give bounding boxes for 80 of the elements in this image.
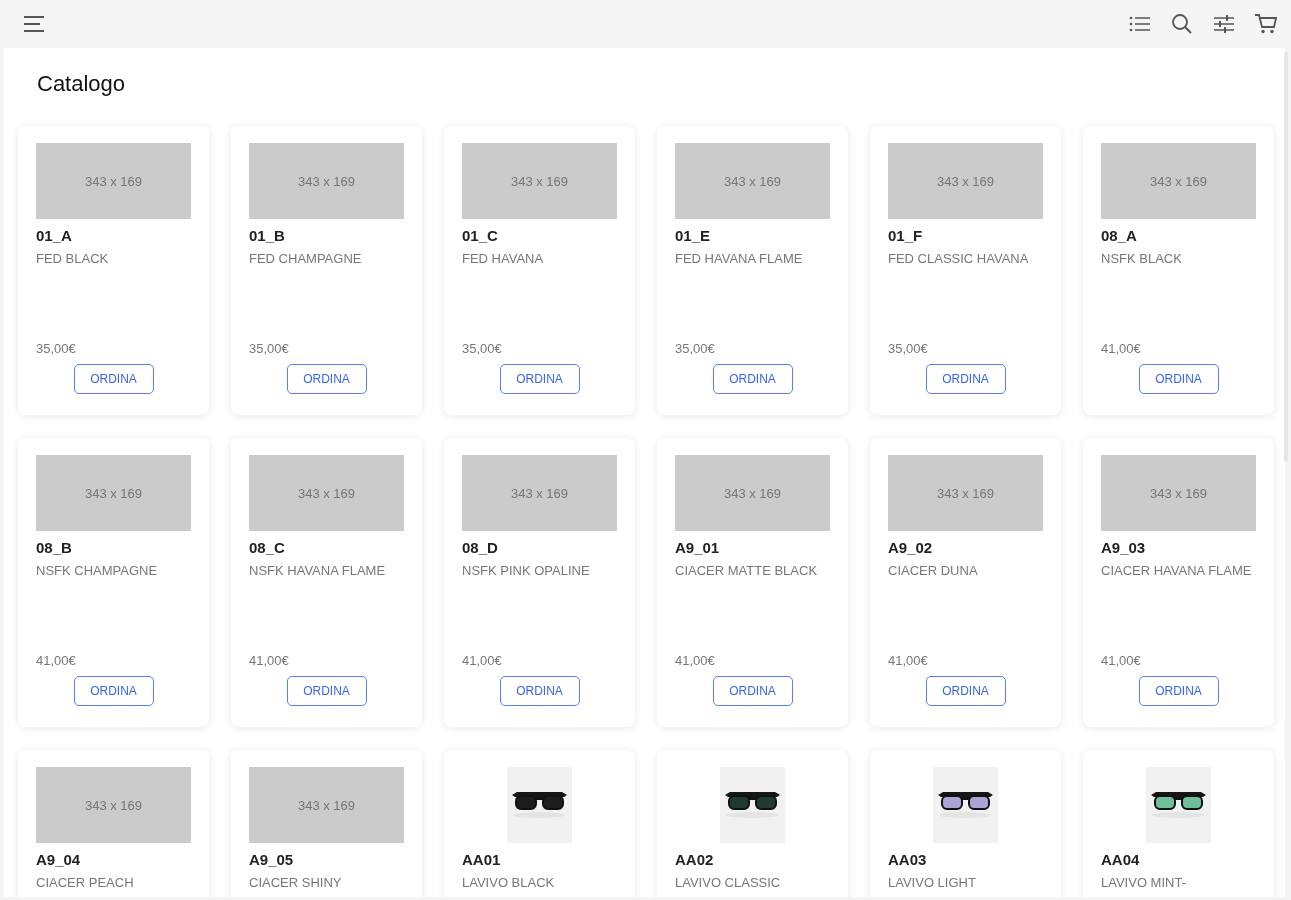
placeholder-label: 343 x 169 xyxy=(297,797,356,813)
cart-icon[interactable] xyxy=(1254,13,1278,35)
product-name: CIACER PEACH xyxy=(36,874,135,892)
order-button[interactable]: ORDINA xyxy=(1138,364,1219,394)
product-code: A9_05 xyxy=(249,851,295,868)
product-price: 41,00€ xyxy=(36,653,77,668)
placeholder-label: 343 x 169 xyxy=(84,173,143,189)
order-button[interactable]: ORDINA xyxy=(286,364,367,394)
product-code: 01_F xyxy=(888,227,924,244)
product-price: 41,00€ xyxy=(1101,341,1142,356)
product-price: 35,00€ xyxy=(888,341,929,356)
product-name: LAVIVO LIGHT xyxy=(888,874,977,892)
product-name: CIACER HAVANA FLAME xyxy=(1101,562,1253,580)
product-price: 35,00€ xyxy=(249,341,290,356)
product-code: A9_01 xyxy=(675,539,721,556)
placeholder-label: 343 x 169 xyxy=(936,485,995,501)
product-name: CIACER MATTE BLACK xyxy=(675,562,819,580)
product-name: LAVIVO CLASSIC xyxy=(675,874,782,892)
product-name: NSFK CHAMPAGNE xyxy=(36,562,159,580)
order-button[interactable]: ORDINA xyxy=(712,676,793,706)
product-code: AA01 xyxy=(462,851,502,868)
product-code: 08_D xyxy=(462,539,499,556)
product-code: AA03 xyxy=(888,851,928,868)
product-name: FED CHAMPAGNE xyxy=(249,250,363,268)
product-price: 41,00€ xyxy=(249,653,290,668)
product-name: NSFK HAVANA FLAME xyxy=(249,562,387,580)
order-button[interactable]: ORDINA xyxy=(73,364,154,394)
product-code: 01_C xyxy=(462,227,499,244)
product-code: AA02 xyxy=(675,851,715,868)
placeholder-label: 343 x 169 xyxy=(297,485,356,501)
placeholder-label: 343 x 169 xyxy=(510,485,569,501)
product-name: NSFK BLACK xyxy=(1101,250,1183,268)
placeholder-label: 343 x 169 xyxy=(723,173,782,189)
page-title: Catalogo xyxy=(36,70,127,98)
product-code: 08_B xyxy=(36,539,73,556)
placeholder-label: 343 x 169 xyxy=(723,485,782,501)
menu-icon[interactable] xyxy=(22,14,46,34)
product-price: 41,00€ xyxy=(1101,653,1142,668)
product-name: CIACER DUNA xyxy=(888,562,979,580)
product-code: AA04 xyxy=(1101,851,1141,868)
product-name: FED HAVANA FLAME xyxy=(675,250,804,268)
order-button[interactable]: ORDINA xyxy=(925,676,1006,706)
order-button[interactable]: ORDINA xyxy=(286,676,367,706)
placeholder-label: 343 x 169 xyxy=(84,797,143,813)
product-name: FED BLACK xyxy=(36,250,110,268)
product-price: 41,00€ xyxy=(888,653,929,668)
order-button[interactable]: ORDINA xyxy=(499,364,580,394)
search-icon[interactable] xyxy=(1170,13,1194,35)
product-name: LAVIVO BLACK xyxy=(462,874,556,892)
product-code: 08_C xyxy=(249,539,286,556)
product-code: 08_A xyxy=(1101,227,1138,244)
product-code: 01_E xyxy=(675,227,712,244)
placeholder-label: 343 x 169 xyxy=(84,485,143,501)
order-button[interactable]: ORDINA xyxy=(499,676,580,706)
product-name: LAVIVO MINT- xyxy=(1101,874,1187,892)
product-price: 41,00€ xyxy=(462,653,503,668)
order-button[interactable]: ORDINA xyxy=(73,676,154,706)
order-button[interactable]: ORDINA xyxy=(1138,676,1219,706)
product-name: FED HAVANA xyxy=(462,250,545,268)
product-code: A9_03 xyxy=(1101,539,1147,556)
product-price: 35,00€ xyxy=(36,341,77,356)
order-button[interactable]: ORDINA xyxy=(712,364,793,394)
product-code: 01_A xyxy=(36,227,73,244)
order-button[interactable]: ORDINA xyxy=(925,364,1006,394)
product-price: 35,00€ xyxy=(462,341,503,356)
placeholder-label: 343 x 169 xyxy=(1149,485,1208,501)
product-price: 35,00€ xyxy=(675,341,716,356)
product-price: 41,00€ xyxy=(675,653,716,668)
product-code: A9_04 xyxy=(36,851,82,868)
product-code: A9_02 xyxy=(888,539,934,556)
placeholder-label: 343 x 169 xyxy=(936,173,995,189)
product-name: CIACER SHINY xyxy=(249,874,343,892)
product-name: FED CLASSIC HAVANA xyxy=(888,250,1030,268)
placeholder-label: 343 x 169 xyxy=(297,173,356,189)
product-name: NSFK PINK OPALINE xyxy=(462,562,591,580)
list-icon[interactable] xyxy=(1128,14,1152,34)
placeholder-label: 343 x 169 xyxy=(1149,173,1208,189)
sliders-icon[interactable] xyxy=(1212,14,1236,34)
product-code: 01_B xyxy=(249,227,286,244)
placeholder-label: 343 x 169 xyxy=(510,173,569,189)
